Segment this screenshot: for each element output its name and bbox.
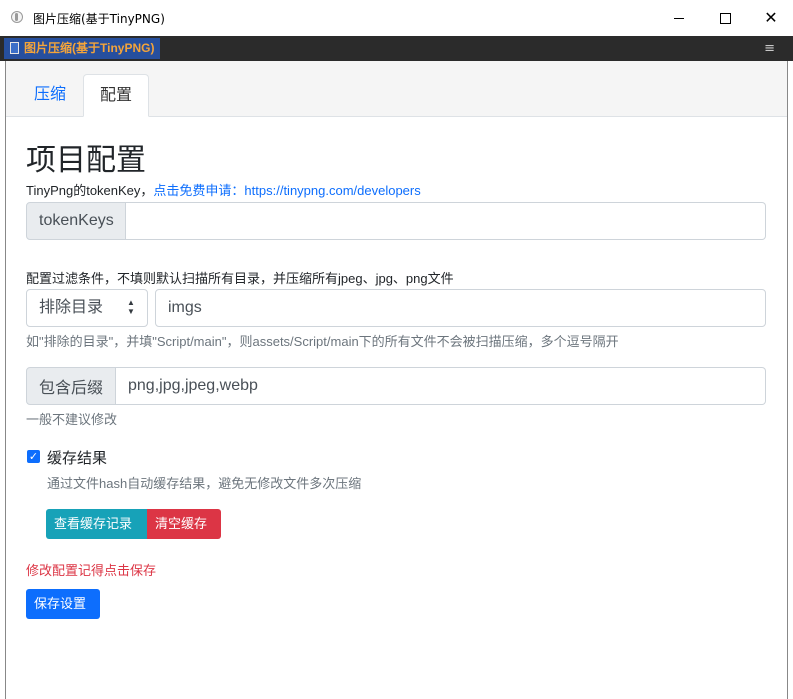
document-icon bbox=[10, 42, 19, 54]
select-arrows-icon: ▲ ▼ bbox=[127, 298, 135, 316]
save-warning: 修改配置记得点击保存 bbox=[26, 563, 157, 578]
title-bar: 图片压缩(基于TinyPNG) ✕ bbox=[0, 0, 793, 37]
close-button[interactable]: ✕ bbox=[748, 0, 793, 36]
tab-config[interactable]: 配置 bbox=[83, 74, 150, 117]
page-title: 项目配置 bbox=[26, 144, 146, 177]
panel-tab-label: 图片压缩(基于TinyPNG) bbox=[24, 41, 155, 55]
token-note: TinyPng的tokenKey，点击免费申请：https://tinypng.… bbox=[26, 180, 421, 199]
token-note-text: TinyPng的tokenKey， bbox=[26, 183, 154, 198]
filter-help: 如"排除的目录"，并填"Script/main"，则assets/Script/… bbox=[26, 334, 619, 349]
check-icon: ✓ bbox=[28, 450, 39, 463]
filter-type-select[interactable]: 排除目录 ▲ ▼ bbox=[26, 289, 148, 327]
maximize-icon bbox=[719, 12, 731, 24]
app-window: 图片压缩(基于TinyPNG) ✕ 图片压缩(基于TinyPNG) ≡ 压缩 配… bbox=[0, 0, 793, 699]
suffix-input[interactable]: png,jpg,jpeg,webp bbox=[116, 367, 766, 405]
cache-help: 通过文件hash自动缓存结果，避免无修改文件多次压缩 bbox=[47, 476, 362, 491]
suffix-input-group: 包含后缀 png,jpg,jpeg,webp bbox=[26, 367, 766, 405]
cache-label[interactable]: 缓存结果 bbox=[47, 447, 107, 468]
tab-compress[interactable]: 压缩 bbox=[18, 74, 82, 115]
clear-cache-button[interactable]: 清空缓存 bbox=[147, 509, 221, 539]
suffix-label: 包含后缀 bbox=[26, 367, 116, 405]
filter-label: 配置过滤条件，不填则默认扫描所有目录，并压缩所有jpeg、jpg、png文件 bbox=[26, 271, 454, 286]
app-icon bbox=[11, 11, 23, 23]
suffix-help: 一般不建议修改 bbox=[26, 412, 118, 427]
panel-tab[interactable]: 图片压缩(基于TinyPNG) bbox=[4, 38, 161, 59]
window-title: 图片压缩(基于TinyPNG) bbox=[33, 12, 165, 26]
view-cache-button[interactable]: 查看缓存记录 bbox=[46, 509, 147, 539]
minimize-button[interactable] bbox=[656, 0, 702, 36]
cache-checkbox[interactable]: ✓ bbox=[27, 450, 40, 463]
maximize-button[interactable] bbox=[702, 0, 748, 36]
token-apply-link[interactable]: 点击免费申请：https://tinypng.com/developers bbox=[153, 183, 420, 198]
token-label: tokenKeys bbox=[26, 202, 126, 240]
menu-icon[interactable]: ≡ bbox=[764, 41, 775, 56]
close-icon: ✕ bbox=[764, 8, 778, 27]
save-button[interactable]: 保存设置 bbox=[26, 589, 100, 619]
filter-value-input[interactable]: imgs bbox=[155, 289, 766, 327]
filter-type-value: 排除目录 bbox=[39, 299, 104, 316]
minimize-icon bbox=[674, 17, 684, 19]
panel-header-strip: 图片压缩(基于TinyPNG) ≡ bbox=[0, 36, 793, 61]
token-input[interactable] bbox=[126, 202, 766, 240]
tab-bar: 压缩 配置 bbox=[6, 61, 787, 117]
token-input-group: tokenKeys bbox=[26, 202, 766, 240]
settings-panel: 压缩 配置 项目配置 TinyPng的tokenKey，点击免费申请：https… bbox=[5, 61, 788, 699]
